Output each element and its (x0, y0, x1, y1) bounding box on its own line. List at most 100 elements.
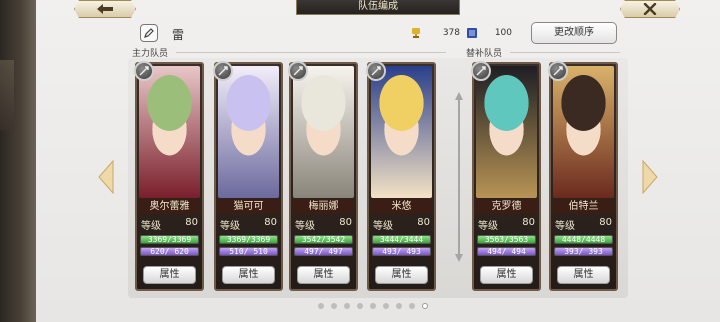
attributes-button[interactable]: 属性 (480, 266, 533, 284)
page-dot[interactable] (331, 303, 337, 309)
level-value: 80 (339, 217, 352, 228)
mp-value: 393/ 393 (564, 247, 603, 256)
level-value: 80 (522, 217, 535, 228)
team-name-row: 雷 378 100 (136, 23, 516, 43)
level-label: 等级 (141, 221, 161, 232)
team-name[interactable]: 雷 (172, 26, 184, 43)
mp-bar: 510/ 510 (219, 247, 278, 256)
hp-value: 3369/3369 (147, 235, 192, 244)
level-value: 80 (185, 217, 198, 228)
character-portrait[interactable] (139, 66, 200, 198)
character-portrait[interactable] (293, 66, 354, 198)
hp-bar: 4448/4448 (554, 235, 613, 244)
member-card[interactable]: 奥尔蕾雅等级 80 3369/3369 620/ 620 属性 (134, 61, 204, 291)
next-page-arrow-icon[interactable] (642, 160, 658, 194)
member-card[interactable]: 克罗德等级 80 3563/3563 494/ 494 属性 (471, 61, 541, 291)
weapon-slot-icon (366, 61, 386, 81)
level-row: 等级 80 (478, 217, 537, 232)
character-name: 奥尔蕾雅 (139, 199, 200, 214)
change-order-button[interactable]: 更改顺序 (531, 22, 617, 44)
weapon-slot-icon (213, 61, 233, 81)
back-arrow-icon (97, 4, 113, 14)
hp-value: 3563/3563 (484, 235, 529, 244)
hp-bar: 3563/3563 (477, 235, 536, 244)
weapon-slot-icon (134, 61, 154, 81)
page-dot[interactable] (383, 303, 389, 309)
hp-bar: 3444/3444 (372, 235, 431, 244)
mp-value: 497/ 497 (304, 247, 343, 256)
character-name: 米悠 (371, 199, 432, 214)
member-card[interactable]: 米悠等级 80 3444/3444 493/ 493 属性 (366, 61, 436, 291)
level-row: 等级 80 (555, 217, 614, 232)
left-edge-strip (0, 0, 36, 322)
close-button[interactable] (620, 0, 680, 18)
reserve-divider-line (510, 52, 620, 53)
level-value: 80 (417, 217, 430, 228)
page-dot[interactable] (396, 303, 402, 309)
member-card[interactable]: 猫可可等级 80 3369/3369 510/ 510 属性 (213, 61, 283, 291)
emblem-value: 100 (494, 28, 512, 38)
attributes-button[interactable]: 属性 (297, 266, 350, 284)
back-button[interactable] (74, 0, 136, 18)
level-label: 等级 (555, 221, 575, 232)
level-label: 等级 (478, 221, 498, 232)
page-indicator (318, 303, 428, 311)
hp-value: 3542/3542 (301, 235, 346, 244)
mp-bar: 393/ 393 (554, 247, 613, 256)
emblem-icon (467, 28, 477, 38)
hp-value: 3369/3369 (226, 235, 271, 244)
weapon-slot-icon (548, 61, 568, 81)
page-dot-active[interactable] (422, 303, 428, 309)
attributes-button[interactable]: 属性 (557, 266, 610, 284)
main-divider-line (176, 52, 446, 53)
level-row: 等级 80 (141, 217, 200, 232)
attributes-button[interactable]: 属性 (375, 266, 428, 284)
trophy-value: 378 (442, 28, 460, 38)
page-dot[interactable] (370, 303, 376, 309)
mp-bar: 497/ 497 (294, 247, 353, 256)
level-row: 等级 80 (295, 217, 354, 232)
character-portrait[interactable] (371, 66, 432, 198)
character-name: 梅丽娜 (293, 199, 354, 214)
character-portrait[interactable] (553, 66, 614, 198)
mp-value: 620/ 620 (150, 247, 189, 256)
hp-bar: 3369/3369 (140, 235, 199, 244)
mp-value: 493/ 493 (382, 247, 421, 256)
member-card[interactable]: 梅丽娜等级 80 3542/3542 497/ 497 属性 (288, 61, 358, 291)
mp-bar: 494/ 494 (477, 247, 536, 256)
hp-value: 3444/3444 (379, 235, 424, 244)
close-x-icon (643, 3, 657, 15)
mp-bar: 493/ 493 (372, 247, 431, 256)
level-label: 等级 (295, 221, 315, 232)
mp-value: 510/ 510 (229, 247, 268, 256)
level-row: 等级 80 (220, 217, 279, 232)
attributes-button[interactable]: 属性 (143, 266, 196, 284)
prev-page-arrow-icon[interactable] (98, 160, 114, 194)
character-name: 伯特兰 (553, 199, 614, 214)
attributes-button[interactable]: 属性 (222, 266, 275, 284)
weapon-slot-icon (288, 61, 308, 81)
character-portrait[interactable] (476, 66, 537, 198)
level-label: 等级 (373, 221, 393, 232)
level-value: 80 (599, 217, 612, 228)
page-dot[interactable] (357, 303, 363, 309)
hp-bar: 3542/3542 (294, 235, 353, 244)
character-name: 克罗德 (476, 199, 537, 214)
mp-value: 494/ 494 (487, 247, 526, 256)
page-dot[interactable] (318, 303, 324, 309)
trophy-icon (412, 28, 420, 38)
hp-value: 4448/4448 (561, 235, 606, 244)
page-title: 队伍编成 (296, 0, 460, 15)
mp-bar: 620/ 620 (140, 247, 199, 256)
page-dot[interactable] (409, 303, 415, 309)
weapon-slot-icon (471, 61, 491, 81)
character-name: 猫可可 (218, 199, 279, 214)
edit-name-icon[interactable] (140, 24, 158, 42)
member-card[interactable]: 伯特兰等级 80 4448/4448 393/ 393 属性 (548, 61, 618, 291)
page-dot[interactable] (344, 303, 350, 309)
hp-bar: 3369/3369 (219, 235, 278, 244)
team-separator-icon (455, 92, 463, 262)
level-value: 80 (264, 217, 277, 228)
character-portrait[interactable] (218, 66, 279, 198)
level-row: 等级 80 (373, 217, 432, 232)
